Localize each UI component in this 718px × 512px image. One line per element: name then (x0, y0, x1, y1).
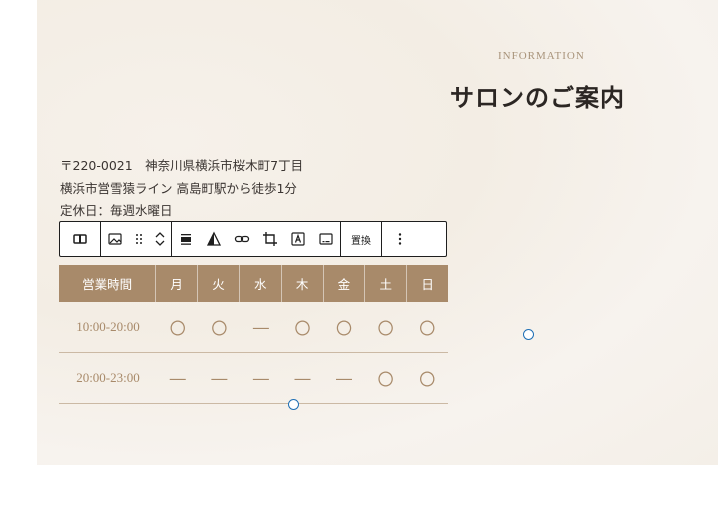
table-row: 10:00-20:00 〇 〇 ― 〇 〇 〇 〇 (59, 302, 448, 353)
toolbar-group-tools (172, 222, 341, 256)
more-icon[interactable] (382, 222, 418, 256)
image-icon[interactable] (101, 222, 129, 256)
table-cell: 〇 (336, 319, 353, 338)
resize-handle-bottom[interactable] (288, 399, 299, 410)
table-cell: 〇 (419, 370, 436, 389)
toolbar-group-block (101, 222, 172, 256)
table-cell: ― (211, 368, 228, 388)
table-cell: ― (294, 368, 311, 388)
resize-handle-right[interactable] (523, 329, 534, 340)
block-type-icon[interactable] (60, 222, 100, 256)
move-up-icon[interactable] (152, 231, 168, 239)
table-cell: 〇 (377, 370, 394, 389)
header-cell: 日 (421, 277, 434, 292)
header-cell: 営業時間 (59, 265, 157, 302)
table-cell: ― (336, 368, 353, 388)
duotone-icon[interactable] (200, 222, 228, 256)
table-cell: 〇 (294, 319, 311, 338)
toolbar-group-parent (60, 222, 101, 256)
header-cell: 木 (282, 265, 324, 302)
align-icon[interactable] (172, 222, 200, 256)
header-cell: 水 (240, 265, 282, 302)
move-down-icon[interactable] (152, 239, 168, 247)
address-line: 〒220-0021 神奈川県横浜市桜木町7丁目 (60, 158, 304, 173)
table-cell: 〇 (169, 319, 186, 338)
table-cell: ― (169, 368, 186, 388)
section-kicker: INFORMATION (498, 50, 585, 62)
crop-icon[interactable] (256, 222, 284, 256)
time-cell: 10:00-20:00 (76, 319, 140, 334)
table-cell: 〇 (211, 319, 228, 338)
toolbar-group-options (382, 222, 418, 256)
text-overlay-icon[interactable] (284, 222, 312, 256)
header-cell: 金 (324, 265, 366, 302)
replace-button[interactable]: 置換 (341, 222, 381, 256)
table-cell: ― (252, 317, 269, 337)
hours-table: 営業時間 月 火 水 木 金 土 日 10:00-20:00 〇 〇 ― 〇 〇… (59, 265, 448, 404)
caption-icon[interactable] (312, 222, 340, 256)
move-buttons (149, 222, 171, 256)
table-cell: 〇 (377, 319, 394, 338)
header-cell: 月 (156, 265, 199, 302)
table-cell: 〇 (419, 319, 436, 338)
table-header: 営業時間 月 火 水 木 金 土 日 (59, 265, 448, 302)
header-cell: 土 (365, 265, 408, 302)
link-icon[interactable] (228, 222, 256, 256)
header-cell: 火 (198, 265, 240, 302)
access-line: 横浜市営雪猿ライン 高島町駅から徒歩1分 (60, 181, 297, 196)
closed-day-line: 定休日：毎週水曜日 (60, 203, 173, 218)
time-cell: 20:00-23:00 (76, 370, 140, 385)
table-row: 20:00-23:00 ― ― ― ― ― 〇 〇 (59, 353, 448, 404)
drag-handle-icon[interactable] (129, 222, 149, 256)
toolbar-group-replace: 置換 (341, 222, 382, 256)
page-title: サロンのご案内 (450, 83, 625, 112)
table-cell: ― (252, 368, 269, 388)
block-toolbar: 置換 (59, 221, 447, 257)
